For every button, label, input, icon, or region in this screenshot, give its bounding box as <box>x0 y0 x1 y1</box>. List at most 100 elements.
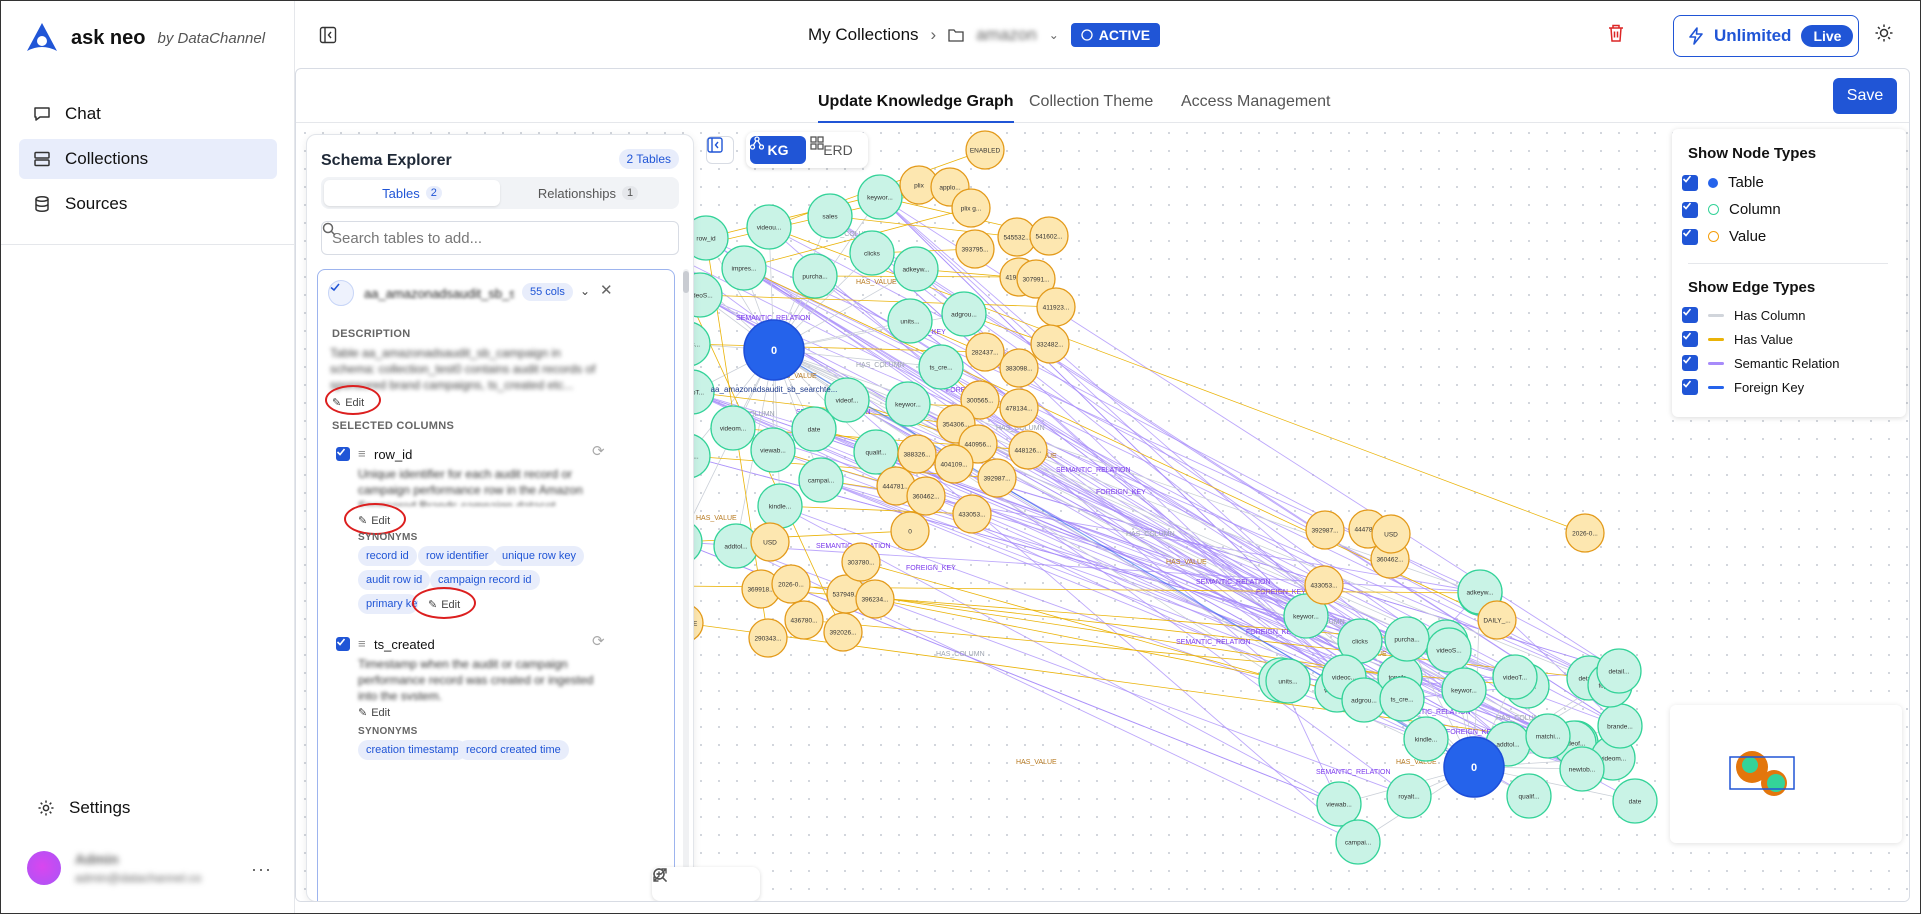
checkbox-icon[interactable] <box>1682 174 1698 191</box>
column-node-label: keywor... <box>1293 614 1319 621</box>
status-badge: ACTIVE <box>1070 23 1161 47</box>
lightning-icon <box>1689 27 1703 45</box>
settings-button[interactable]: Settings <box>37 798 130 818</box>
check-icon <box>330 283 340 292</box>
synonym-chip[interactable]: creation timestamp <box>358 740 467 760</box>
cols-count-badge: 55 cols <box>522 283 573 301</box>
edge-label: HAS_VALUE <box>1016 759 1057 766</box>
regenerate-icon[interactable]: ⟳ <box>592 442 605 460</box>
column-node-label: purcha... <box>1394 637 1419 644</box>
logo[interactable]: ask neo by DataChannel <box>25 21 265 55</box>
scrollbar-thumb[interactable] <box>683 271 689 293</box>
column-node-label: clicks <box>1352 639 1369 646</box>
tab-collection-theme[interactable]: Collection Theme <box>1029 93 1153 111</box>
synonym-chip[interactable]: primary key <box>358 594 418 614</box>
delete-collection-button[interactable] <box>1607 23 1625 48</box>
value-node-label: 360462... <box>912 494 939 501</box>
avatar <box>27 851 61 885</box>
scrollbar[interactable] <box>683 269 689 869</box>
collapse-panel-button[interactable] <box>706 136 734 164</box>
user-profile[interactable]: Admin admin@datachannel.co <box>27 851 201 885</box>
synonym-chip[interactable]: record id <box>358 546 417 566</box>
close-icon[interactable]: ✕ <box>600 281 613 299</box>
edit-column-button[interactable]: ✎ Edit <box>358 706 390 720</box>
synonym-chip[interactable]: audit row id <box>358 570 431 590</box>
legend-label: Semantic Relation <box>1734 355 1840 371</box>
legend-edge-semantic-relation[interactable]: Semantic Relation <box>1682 355 1840 371</box>
column-node-label: date <box>1629 799 1642 806</box>
save-button[interactable]: Save <box>1833 78 1897 114</box>
value-node-label: 300565... <box>966 398 993 405</box>
collections-icon <box>34 151 50 167</box>
graph-minimap[interactable] <box>1670 705 1902 843</box>
sidebar-item-collections[interactable]: Collections <box>19 139 277 179</box>
tab-relationships-count: 1 <box>621 186 639 200</box>
synonyms-label: SYNONYMS <box>358 532 418 543</box>
column-checkbox[interactable] <box>336 447 350 461</box>
table-name[interactable]: aa_amazonadsaudit_sb_s... <box>364 286 514 301</box>
top-header: My Collections › amazon ⌄ ACTIVE Unlimit… <box>295 1 1920 69</box>
tab-tables[interactable]: Tables 2 <box>324 180 500 206</box>
theme-toggle-button[interactable] <box>1874 23 1894 48</box>
sidebar-item-label: Chat <box>65 104 101 123</box>
minimap-cluster <box>1742 757 1758 773</box>
pencil-icon: ✎ <box>358 707 368 719</box>
sidebar-item-chat[interactable]: Chat <box>19 94 277 134</box>
value-node-label: 282437... <box>971 350 998 357</box>
tab-access-management[interactable]: Access Management <box>1181 93 1330 111</box>
breadcrumb-collection[interactable]: amazon <box>976 25 1036 45</box>
legend-node-value[interactable]: Value <box>1682 228 1766 245</box>
column-node-label: keywor... <box>867 195 893 202</box>
synonym-chip[interactable]: unique row key <box>494 546 584 566</box>
tab-relationships[interactable]: Relationships 1 <box>500 180 676 206</box>
legend-edge-has-value[interactable]: Has Value <box>1682 331 1793 347</box>
breadcrumb: My Collections › amazon ⌄ ACTIVE <box>808 23 1161 47</box>
synonym-chip[interactable]: record created time <box>458 740 569 760</box>
legend-edge-foreign-key[interactable]: Foreign Key <box>1682 379 1804 395</box>
plan-button[interactable]: Unlimited Live <box>1673 15 1859 57</box>
chevron-down-icon[interactable]: ⌄ <box>1049 28 1059 42</box>
column-node-label: kindle... <box>1415 737 1438 744</box>
regenerate-icon[interactable]: ⟳ <box>592 632 605 650</box>
synonym-chip[interactable]: row identifier <box>418 546 497 566</box>
tab-update-knowledge-graph[interactable]: Update Knowledge Graph <box>818 93 1014 123</box>
value-node-label: 369918... <box>747 587 774 594</box>
checkbox-icon[interactable] <box>1682 228 1698 245</box>
sidebar-item-sources[interactable]: Sources <box>19 184 277 224</box>
search-tables-input[interactable]: Search tables to add... <box>321 221 679 255</box>
legend-edge-has-column[interactable]: Has Column <box>1682 307 1806 323</box>
edge-label: HAS_VALUE <box>1166 559 1207 566</box>
schema-tabs: Tables 2 Relationships 1 <box>321 177 679 209</box>
synonyms-label: SYNONYMS <box>358 726 418 737</box>
checkbox-icon[interactable] <box>1682 331 1698 347</box>
has-column-swatch <box>1708 313 1724 317</box>
checkbox-icon[interactable] <box>1682 307 1698 323</box>
drag-handle-icon[interactable]: ≡ <box>358 446 366 461</box>
erd-view-button[interactable]: ERD <box>810 136 866 164</box>
knowledge-graph-canvas[interactable]: HAS_COLUMN HAS_VALUE SEMANTIC_RELATION FORE… <box>296 124 1909 901</box>
column-node-label: row_id <box>696 236 716 243</box>
checkbox-icon[interactable] <box>1682 379 1698 395</box>
schema-explorer-title: Schema Explorer <box>321 152 452 169</box>
value-node-label: USD <box>1384 532 1398 539</box>
checkbox-icon[interactable] <box>1682 201 1698 218</box>
legend-node-column[interactable]: Column <box>1682 201 1781 218</box>
legend-label: Has Column <box>1734 307 1806 323</box>
value-node-label: DAILY_... <box>1483 618 1511 625</box>
tab-tables-count: 2 <box>425 186 442 200</box>
drag-handle-icon[interactable]: ≡ <box>358 636 366 651</box>
legend-label: Column <box>1729 201 1781 218</box>
more-options-icon[interactable]: ··· <box>251 859 272 880</box>
column-node-label: clicks <box>864 251 881 258</box>
table-selected-icon[interactable] <box>328 280 354 306</box>
value-node-label: 411923... <box>1043 305 1070 312</box>
kg-view-button[interactable]: KG <box>750 136 806 164</box>
table-node-label: 0 <box>1471 762 1477 774</box>
chevron-down-icon[interactable]: ⌄ <box>580 284 590 298</box>
checkbox-icon[interactable] <box>1682 355 1698 371</box>
legend-node-table[interactable]: Table <box>1682 174 1764 191</box>
breadcrumb-my-collections[interactable]: My Collections <box>808 25 919 45</box>
legend-label: Foreign Key <box>1734 379 1805 395</box>
node-types-title: Show Node Types <box>1688 145 1817 162</box>
column-checkbox[interactable] <box>336 637 350 651</box>
